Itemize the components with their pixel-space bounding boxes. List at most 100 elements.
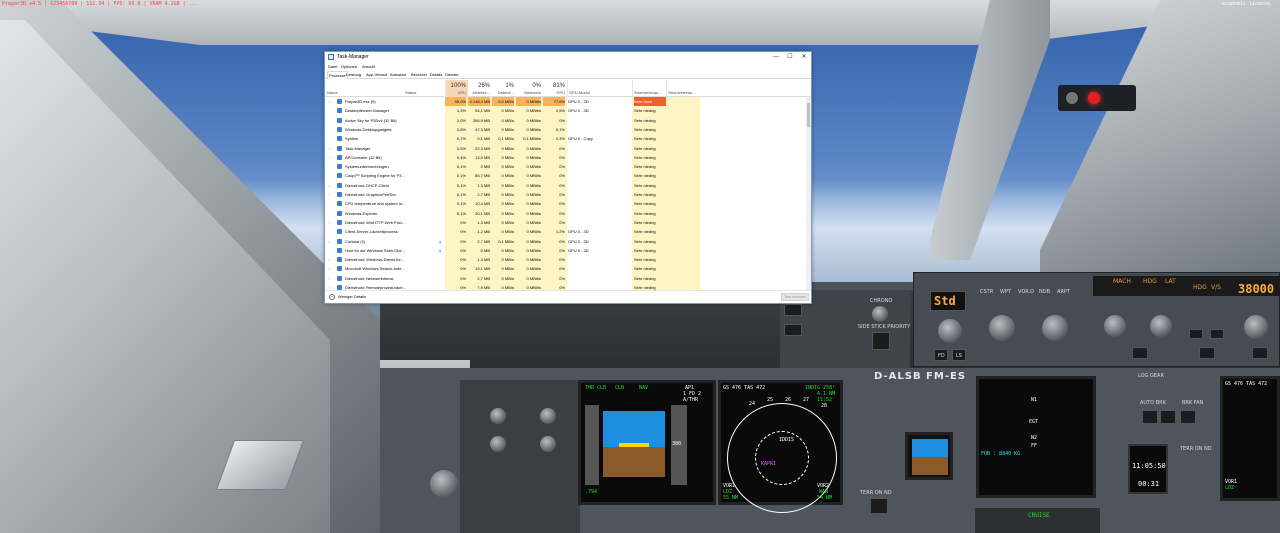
panel-knob-5[interactable]: [430, 470, 458, 498]
process-row[interactable]: › Microsoft Windows Search-Inde... 0% 19,1 …: [325, 264, 807, 273]
efis-btn-cstr[interactable]: CSTR: [980, 289, 993, 295]
efis-button-2[interactable]: [784, 324, 802, 336]
autobrake-max-button[interactable]: [1180, 410, 1196, 424]
column-status[interactable]: Status: [403, 80, 445, 97]
expand-chevron-icon[interactable]: ›: [329, 153, 330, 162]
vertical-scrollbar[interactable]: [806, 97, 811, 290]
panel-knob-1[interactable]: [490, 408, 506, 424]
loc-button[interactable]: [1132, 347, 1148, 359]
minimize-button[interactable]: —: [769, 52, 783, 63]
expand-chevron-icon[interactable]: ›: [329, 190, 330, 199]
column-cpu[interactable]: 100% CPU: [445, 80, 468, 97]
process-row[interactable]: Desktopfenster-Manager 1,3% 54,1 MB 0 MB/s 0…: [325, 106, 807, 115]
process-network: 0 MBit/s: [516, 97, 541, 107]
ap1-button[interactable]: [1189, 329, 1203, 339]
menu-ansicht[interactable]: Ansicht: [362, 63, 375, 71]
process-memory: 0 MB: [480, 164, 490, 170]
process-power: Sehr niedrig: [634, 219, 656, 225]
menu-datei[interactable]: Datei: [328, 63, 337, 71]
process-row[interactable]: › APController (32 Bit) 0,4% 13,0 MB 0 MB/s 0…: [325, 153, 807, 162]
expand-chevron-icon[interactable]: ›: [329, 237, 330, 246]
process-row[interactable]: Host für die Windows Shell-Obe... φ 0% 0 MB…: [325, 246, 807, 255]
expedite-button[interactable]: [1252, 347, 1268, 359]
efis-btn-wpt[interactable]: WPT: [1000, 289, 1011, 295]
efis-btn-arpt[interactable]: ARPT: [1057, 289, 1070, 295]
menu-optionen[interactable]: Optionen: [341, 63, 357, 71]
tab-benutzer[interactable]: Benutzer: [410, 71, 428, 78]
expand-chevron-icon[interactable]: ›: [329, 264, 330, 273]
scrollbar-thumb[interactable]: [807, 103, 810, 127]
expand-chevron-icon[interactable]: ›: [329, 181, 330, 190]
close-button[interactable]: ✕: [797, 52, 811, 63]
expand-chevron-icon[interactable]: ›: [329, 218, 330, 227]
altitude-knob[interactable]: [1244, 315, 1268, 339]
terr-on-nd-button[interactable]: [870, 498, 888, 514]
fd-button[interactable]: FD: [934, 349, 948, 361]
efis-btn-ndb[interactable]: NDB: [1039, 289, 1050, 295]
ls-button[interactable]: LS: [952, 349, 966, 361]
tab-details[interactable]: Details: [429, 71, 443, 78]
column-gpu[interactable]: 81% GPU: [543, 80, 567, 97]
column-gpu-engine[interactable]: GPU-Modul: [567, 80, 632, 97]
panel-knob-4[interactable]: [540, 436, 556, 452]
expand-chevron-icon[interactable]: ›: [329, 97, 330, 106]
baro-knob[interactable]: [938, 319, 962, 343]
maximize-button[interactable]: ☐: [783, 52, 797, 63]
indicator-light-gray: [1066, 92, 1078, 104]
panel-knob-3[interactable]: [490, 436, 506, 452]
efis-btn-vord[interactable]: VOR.D: [1018, 289, 1034, 295]
column-name[interactable]: Name: [325, 80, 403, 97]
process-row[interactable]: › Diensthost: Remoteprozeduraufr... 0% 7,9 …: [325, 283, 807, 290]
expand-chevron-icon[interactable]: ›: [329, 255, 330, 264]
window-title: Task-Manager: [337, 54, 369, 60]
process-row[interactable]: System 0,7% 0,1 MB 0,1 MB/s 0,1 MBit/s 0,3% GP…: [325, 134, 807, 143]
process-row[interactable]: › Diensthost: Netzwerkdienst 0% 2,7 MB 0 MB/…: [325, 274, 807, 283]
chrono-button[interactable]: [872, 306, 888, 322]
speed-knob[interactable]: [1104, 315, 1126, 337]
process-row[interactable]: Windows-Desktopgadgets 0,8% 47,3 MB 0 MB/s 0…: [325, 125, 807, 134]
tab-leistung[interactable]: Leistung: [345, 71, 362, 78]
process-row[interactable]: Active Sky for P3Dv4 (32 Bit) 1,0% 266,9 M…: [325, 116, 807, 125]
process-row[interactable]: › Diensthost: Windows-Dienst für... 0% 1,3 …: [325, 255, 807, 264]
chevron-up-icon[interactable]: ⌃: [329, 294, 335, 300]
sim-overlay-info: Prepar3D v4.5 | 123456789 | 112.34 | FPS…: [2, 1, 198, 7]
process-row[interactable]: › Prepar3D.exe (5) 95,0% 4.148,3 MB 0,5 MB/s…: [325, 97, 807, 107]
tab-autostart[interactable]: Autostart: [389, 71, 407, 78]
process-memory: 54,1 MB: [475, 108, 490, 114]
expand-chevron-icon[interactable]: ›: [329, 274, 330, 283]
column-memory[interactable]: 26% Arbeitss...: [468, 80, 492, 97]
heading-knob[interactable]: [1150, 315, 1172, 337]
column-disk[interactable]: 1% Datentr...: [492, 80, 516, 97]
autobrake-lo-button[interactable]: [1142, 410, 1158, 424]
athr-button[interactable]: [1199, 347, 1215, 359]
nd-range-knob[interactable]: [1042, 315, 1068, 341]
title-bar[interactable]: Task-Manager — ☐ ✕: [325, 52, 811, 63]
standby-ground: [912, 457, 948, 475]
process-row[interactable]: › Diensthost: GraphicsPerfSvc 0,1% 2,7 MB 0 …: [325, 190, 807, 199]
fewer-details-link[interactable]: Weniger Details: [338, 293, 366, 301]
column-network[interactable]: 0% Netzwerk: [516, 80, 543, 97]
process-row[interactable]: › Cortana (2) φ 0% 2,7 MB 0,1 MB/s 0 MBit/s 0% G…: [325, 237, 807, 246]
process-row[interactable]: CPU temperature and system in... 0,1% 10,4…: [325, 199, 807, 208]
process-row[interactable]: Coupl™ Scripting Engine for P3... 0,1% 85,…: [325, 171, 807, 180]
process-row[interactable]: › Diensthost: WinHTTP-Web Prox... 0% 1,3 MB…: [325, 218, 807, 227]
process-row[interactable]: › Diensthost: DHCP-Client 0,1% 1,3 MB 0 MB/s…: [325, 181, 807, 190]
panel-knob-2[interactable]: [540, 408, 556, 424]
side-stick-priority-button[interactable]: [872, 332, 890, 350]
process-row[interactable]: › Task-Manager 0,5% 22,3 MB 0 MB/s 0 MBit/s 0%…: [325, 144, 807, 153]
process-row[interactable]: Windows-Explorer 0,1% 30,1 MB 0 MB/s 0 MBit/…: [325, 209, 807, 218]
tab-dienste[interactable]: Dienste: [444, 71, 460, 78]
process-row[interactable]: Client-Server-Laufzeitprozess 0% 1,2 MB 0 M…: [325, 227, 807, 236]
end-task-button[interactable]: Task beenden: [781, 293, 809, 301]
process-row[interactable]: Systemunterbrechungen 0,1% 0 MB 0 MB/s 0 MBi…: [325, 162, 807, 171]
expand-chevron-icon[interactable]: ›: [329, 144, 330, 153]
column-power-trend[interactable]: Stromverbrau...: [666, 80, 706, 97]
process-disk: 0,1 MB/s: [498, 238, 514, 244]
autobrake-med-button[interactable]: [1160, 410, 1176, 424]
efis-button-1[interactable]: [784, 304, 802, 316]
tab-app-verlauf[interactable]: App-Verlauf: [365, 71, 388, 78]
column-power[interactable]: Stromverbrau...: [632, 80, 666, 97]
expand-chevron-icon[interactable]: ›: [329, 283, 330, 290]
nd-mode-knob[interactable]: [989, 315, 1015, 341]
ap2-button[interactable]: [1210, 329, 1224, 339]
